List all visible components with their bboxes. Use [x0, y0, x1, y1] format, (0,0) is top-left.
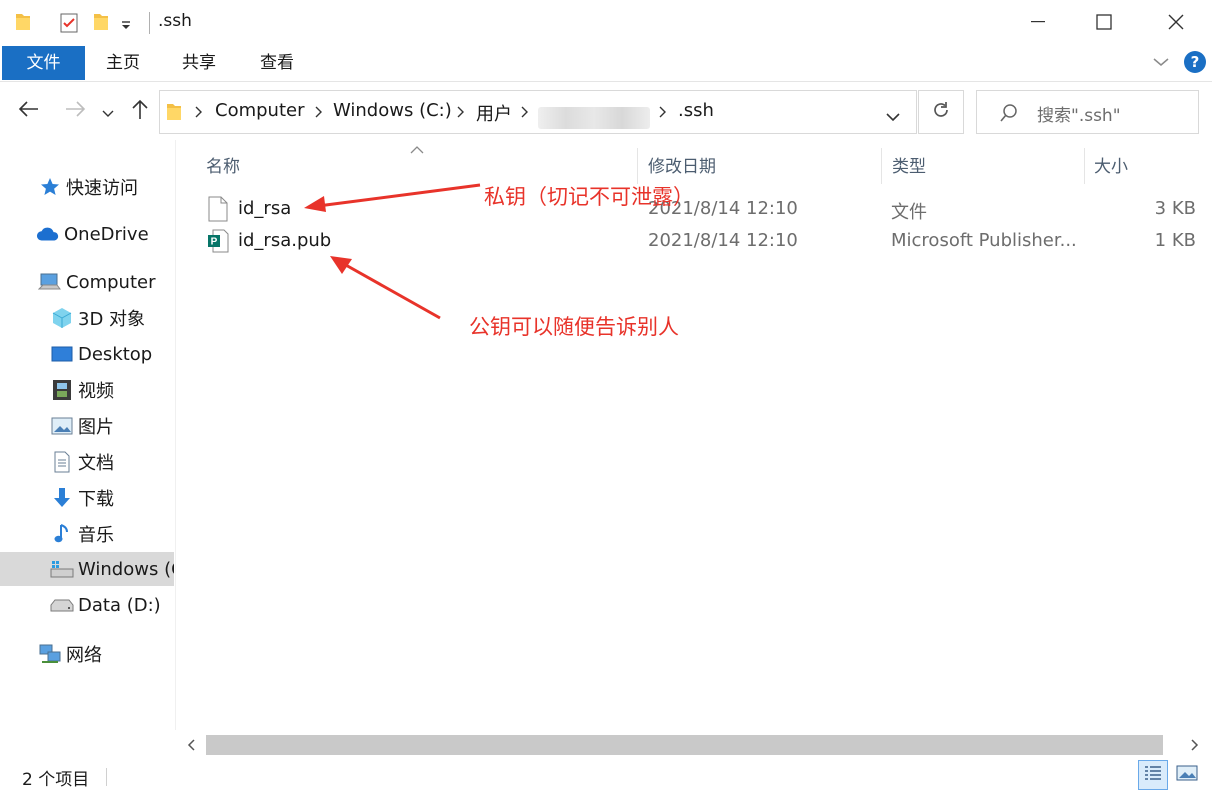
- film-icon: [50, 378, 74, 402]
- item-count: 2 个项目: [22, 770, 90, 790]
- maximize-button[interactable]: [1074, 0, 1134, 44]
- chevron-right-icon[interactable]: [194, 104, 204, 124]
- chevron-right-icon[interactable]: [456, 104, 466, 124]
- window-title: .ssh: [158, 11, 192, 31]
- cube-icon: [50, 306, 74, 330]
- sidebar-item-downloads[interactable]: 下载: [0, 481, 174, 515]
- large-icons-view-button[interactable]: [1172, 760, 1202, 790]
- scroll-right-icon[interactable]: [1190, 737, 1200, 757]
- refresh-button[interactable]: [918, 90, 964, 134]
- sidebar-item-label: 视频: [78, 381, 114, 402]
- private-key-arrow: [317, 183, 481, 208]
- details-view-icon: [1143, 764, 1163, 787]
- folder-icon: [166, 102, 182, 127]
- large-icons-view-icon: [1176, 764, 1198, 787]
- sidebar-item-pictures[interactable]: 图片: [0, 409, 174, 443]
- drive-icon: [50, 557, 74, 581]
- new-folder-icon[interactable]: [92, 12, 110, 37]
- sidebar-item-label: Computer: [66, 271, 156, 293]
- sidebar-item-network[interactable]: 网络: [0, 637, 174, 671]
- sidebar-item-label: Desktop: [78, 343, 153, 365]
- tab-share[interactable]: 共享: [170, 46, 228, 80]
- sidebar-item-data-d[interactable]: Data (D:): [0, 588, 174, 622]
- refresh-icon: [931, 100, 951, 125]
- sidebar-item-label: 图片: [78, 417, 114, 438]
- star-icon: [38, 175, 62, 199]
- navigation-pane: 快速访问 OneDrive Computer 3D 对象 Desktop 视频: [0, 140, 176, 730]
- sidebar-item-label: Windows (C:): [78, 558, 174, 580]
- sidebar-item-label: 文档: [78, 453, 114, 474]
- private-key-annotation: 私钥（切记不可泄露）: [484, 185, 694, 209]
- tab-file[interactable]: 文件: [2, 46, 85, 80]
- back-arrow-icon[interactable]: [18, 98, 40, 125]
- music-icon: [50, 522, 74, 546]
- sidebar-item-label: OneDrive: [64, 223, 149, 245]
- file-list: 名称 修改日期 类型 大小 id_rsa 2021/8/14 12:10 文件 …: [178, 140, 1212, 730]
- sidebar-item-quick-access[interactable]: 快速访问: [0, 170, 174, 204]
- breadcrumb-ssh[interactable]: .ssh: [678, 100, 714, 121]
- breadcrumb-windows-c[interactable]: Windows (C:): [333, 100, 452, 121]
- expand-ribbon-icon[interactable]: [1152, 53, 1170, 73]
- network-icon: [38, 642, 62, 666]
- document-icon: [50, 450, 74, 474]
- address-history-chevron-icon[interactable]: [886, 107, 900, 127]
- details-view-button[interactable]: [1138, 760, 1168, 790]
- public-key-annotation: 公钥可以随便告诉别人: [469, 315, 679, 339]
- chevron-right-icon[interactable]: [520, 104, 530, 124]
- title-separator: [149, 12, 150, 34]
- close-button[interactable]: [1146, 0, 1206, 44]
- scrollbar-thumb[interactable]: [206, 735, 1163, 755]
- sidebar-item-music[interactable]: 音乐: [0, 517, 174, 551]
- breadcrumb-users[interactable]: 用户: [476, 100, 512, 126]
- search-placeholder: 搜索".ssh": [1037, 106, 1121, 126]
- sidebar-item-label: 3D 对象: [78, 309, 146, 330]
- folder-icon[interactable]: [14, 12, 32, 37]
- search-field[interactable]: 搜索".ssh": [976, 90, 1199, 134]
- tab-view[interactable]: 查看: [248, 46, 306, 80]
- computer-icon: [38, 270, 62, 294]
- forward-arrow-icon[interactable]: [64, 98, 86, 125]
- sidebar-item-label: 快速访问: [66, 178, 138, 199]
- chevron-right-icon[interactable]: [314, 104, 324, 124]
- title-bar: .ssh: [0, 0, 1212, 44]
- breadcrumb-computer[interactable]: Computer: [215, 100, 304, 121]
- customize-dropdown-icon[interactable]: [120, 16, 132, 36]
- up-arrow-icon[interactable]: [130, 98, 150, 125]
- sidebar-item-windows-c[interactable]: Windows (C:): [0, 552, 174, 586]
- sidebar-item-label: Data (D:): [78, 594, 161, 616]
- sidebar-item-onedrive[interactable]: OneDrive: [0, 217, 174, 251]
- sidebar-item-videos[interactable]: 视频: [0, 373, 174, 407]
- sidebar-item-desktop[interactable]: Desktop: [0, 337, 174, 371]
- sidebar-item-label: 音乐: [78, 525, 114, 546]
- download-icon: [50, 486, 74, 510]
- help-icon[interactable]: ?: [1184, 51, 1206, 73]
- annotation-arrows: [304, 183, 481, 320]
- search-icon: [999, 103, 1019, 128]
- sidebar-item-label: 下载: [78, 489, 114, 510]
- recent-locations-chevron-icon[interactable]: [102, 104, 114, 124]
- chevron-right-icon[interactable]: [658, 104, 668, 124]
- properties-icon[interactable]: [58, 12, 80, 39]
- status-bar: 2 个项目: [0, 758, 1212, 794]
- picture-icon: [50, 414, 74, 438]
- horizontal-scrollbar[interactable]: [178, 732, 1212, 758]
- scroll-left-icon[interactable]: [186, 737, 196, 757]
- ribbon-tabs: 文件 主页 共享 查看: [0, 44, 1212, 82]
- sidebar-item-documents[interactable]: 文档: [0, 445, 174, 479]
- tab-home[interactable]: 主页: [94, 46, 152, 80]
- sidebar-item-3d-objects[interactable]: 3D 对象: [0, 301, 174, 335]
- cloud-icon: [36, 222, 60, 246]
- sidebar-item-label: 网络: [66, 645, 102, 666]
- redacted-username: [538, 107, 650, 129]
- status-separator: [106, 768, 107, 786]
- drive-icon: [50, 593, 74, 617]
- minimize-button[interactable]: [1008, 0, 1068, 44]
- public-key-arrow: [343, 262, 441, 320]
- desktop-icon: [50, 342, 74, 366]
- sidebar-item-computer[interactable]: Computer: [0, 265, 174, 299]
- address-bar[interactable]: Computer Windows (C:) 用户 .ssh: [159, 90, 917, 134]
- private-key-arrowhead: [304, 196, 326, 212]
- navigation-bar: Computer Windows (C:) 用户 .ssh 搜索".ssh": [0, 82, 1212, 140]
